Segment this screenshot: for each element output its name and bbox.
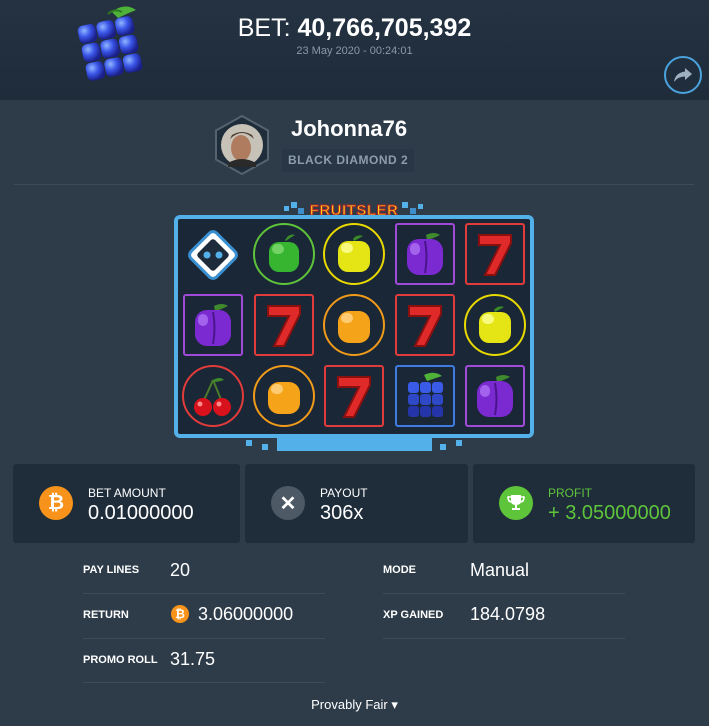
bet-date: 23 May 2020 - 00:24:01: [296, 45, 413, 57]
bet-amount-value: 0.01000000: [88, 502, 194, 524]
symbol-apple: [249, 219, 319, 290]
bet-total-amount: 40,766,705,392: [297, 14, 472, 42]
promo-roll-value: 31.75: [170, 649, 216, 669]
promo-roll-label: PROMO ROLL: [83, 654, 158, 666]
bitcoin-icon: ₿: [171, 605, 189, 623]
profit-label: PROFIT: [548, 486, 592, 500]
xp-gained-value: 184.0798: [470, 604, 546, 624]
return-label: RETURN: [83, 609, 129, 621]
share-button[interactable]: [664, 56, 702, 94]
header: BET: 40,766,705,392 23 May 2020 - 00:24:…: [0, 0, 709, 100]
bet-label: BET:: [237, 14, 291, 42]
provably-fair-toggle[interactable]: Provably Fair ▾: [0, 697, 709, 713]
symbol-seven: [249, 290, 319, 361]
symbol-plum: [390, 219, 460, 290]
symbol-seven: [319, 361, 389, 432]
bet-amount-card: ₿ BET AMOUNT 0.01000000: [13, 464, 240, 543]
divider: [83, 638, 325, 639]
base-decoration: [246, 440, 252, 446]
trophy-glyph: [507, 495, 525, 510]
divider: [383, 638, 625, 639]
base-decoration: [456, 440, 462, 446]
xp-gained-label: XP GAINED: [383, 609, 444, 621]
payout-label: PAYOUT: [320, 486, 368, 500]
symbol-seven: [390, 290, 460, 361]
fruitsler-logo-icon: [188, 229, 238, 280]
username[interactable]: Johonna76: [291, 116, 407, 142]
divider: [83, 593, 325, 594]
base-decoration: [440, 444, 446, 450]
symbol-lemon: [460, 290, 530, 361]
symbol-seven: [460, 219, 530, 290]
divider: [14, 184, 694, 185]
provably-fair-label: Provably Fair: [311, 697, 388, 712]
symbol-plum: [460, 361, 530, 432]
pay-lines-label: PAY LINES: [83, 564, 140, 576]
multiply-icon: ✕: [271, 486, 305, 520]
pay-lines-value: 20: [170, 560, 191, 580]
profit-value: + 3.05000000: [548, 502, 671, 524]
rank-badge: BLACK DIAMOND 2: [282, 149, 415, 172]
symbol-orange: [249, 361, 319, 432]
share-arrow-icon: [674, 68, 692, 82]
payout-card: ✕ PAYOUT 306x: [245, 464, 468, 543]
return-value: 3.06000000: [198, 604, 294, 624]
divider: [83, 682, 325, 683]
base-decoration: [262, 444, 268, 450]
reel-base: [277, 438, 432, 451]
divider: [383, 593, 625, 594]
mode-label: MODE: [383, 564, 416, 576]
payout-value: 306x: [320, 502, 364, 524]
symbol-blueberry: [390, 361, 460, 432]
mode-value: Manual: [470, 560, 530, 580]
symbol-logo: [178, 219, 248, 290]
bet-total: BET: 40,766,705,392: [0, 14, 709, 43]
symbol-plum: [178, 290, 248, 361]
symbol-orange: [319, 290, 389, 361]
chevron-down-icon: ▾: [391, 697, 398, 712]
symbol-cherry: [178, 361, 248, 432]
reel-grid: [178, 219, 530, 434]
bet-amount-label: BET AMOUNT: [88, 486, 166, 500]
user-avatar[interactable]: [212, 115, 272, 175]
bitcoin-icon: ₿: [39, 486, 73, 520]
symbol-lemon: [319, 219, 389, 290]
trophy-icon: [499, 486, 533, 520]
profit-card: PROFIT + 3.05000000: [473, 464, 695, 543]
